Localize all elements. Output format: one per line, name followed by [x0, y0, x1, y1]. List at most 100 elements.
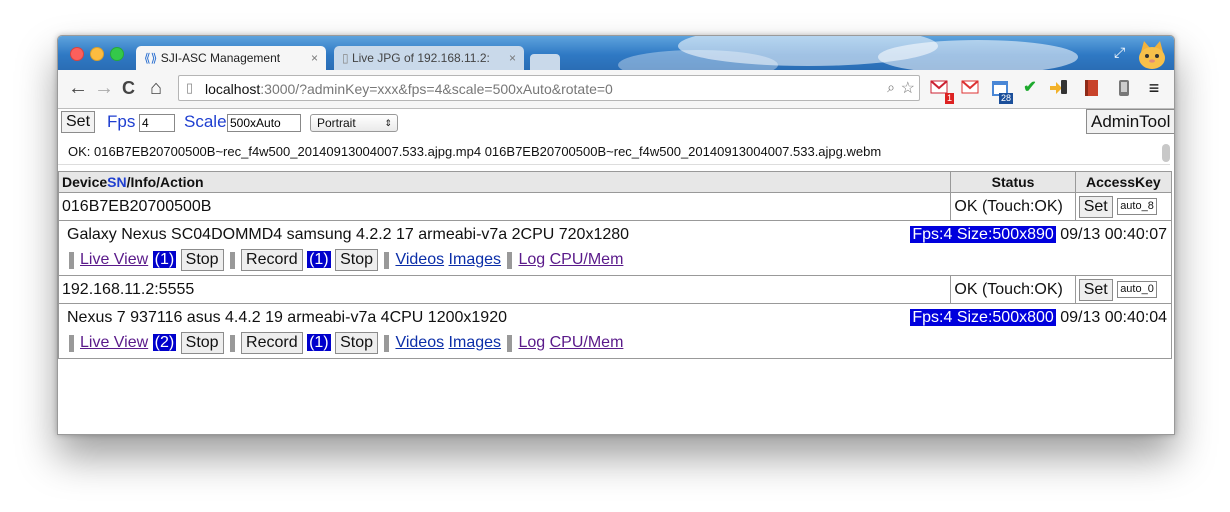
tab-close-icon[interactable]: × [509, 46, 516, 70]
browser-toolbar: ← → C ⌂ ▯ localhost:3000/?adminKey=xxx&f… [58, 70, 1174, 109]
separator [69, 334, 74, 352]
stop-live-view-button[interactable]: Stop [180, 332, 224, 354]
device-detail-row: Galaxy Nexus SC04DOMMD4 samsung 4.2.2 17… [58, 220, 1172, 276]
stop-live-view-button[interactable]: Stop [180, 249, 224, 271]
scale-input[interactable] [227, 114, 301, 132]
device-info: Nexus 7 937116 asus 4.4.2 19 armeabi-v7a… [67, 309, 507, 326]
separator [230, 251, 236, 269]
device-row: 016B7EB20700500B OK (Touch:OK) Set auto_… [58, 192, 1173, 221]
fps-size-badge: Fps:4 Size:500x800 [910, 309, 1056, 326]
gmail-notifier-icon[interactable]: 1 [930, 78, 954, 104]
cpu-mem-link[interactable]: CPU/Mem [550, 251, 624, 268]
device-table: DeviceSN/Info/Action Status AccessKey 01… [58, 171, 1173, 359]
device-info: Galaxy Nexus SC04DOMMD4 samsung 4.2.2 17… [67, 226, 630, 243]
tab-close-icon[interactable]: × [311, 46, 318, 70]
forward-button[interactable]: → [94, 77, 114, 99]
tab-favicon-icon: ⟪⟫ [144, 51, 158, 65]
column-header-device: DeviceSN/Info/Action [58, 171, 952, 193]
set-access-key-button[interactable]: Set [1078, 278, 1113, 301]
device-info-line: Nexus 7 937116 asus 4.4.2 19 armeabi-v7a… [67, 306, 1171, 332]
stop-record-button[interactable]: Stop [335, 332, 378, 354]
minimize-window-button[interactable] [90, 47, 104, 61]
device-fps-time: Fps:4 Size:500x890 09/13 00:40:07 [910, 223, 1167, 247]
cat-avatar-icon[interactable] [1136, 38, 1168, 70]
browser-window: ⟪⟫ SJI-ASC Management × ▯ Live JPG of 19… [57, 35, 1175, 435]
device-serial: 192.168.11.2:5555 [58, 275, 952, 304]
orientation-value: Portrait [317, 116, 356, 130]
calendar-date-badge: 28 [998, 93, 1013, 104]
page-content: Set Fps Scale Portrait ⇕ AdminTool OK: 0… [58, 109, 1174, 434]
videos-link[interactable]: Videos [395, 251, 444, 268]
live-view-link[interactable]: Live View [80, 251, 148, 268]
gmail-icon[interactable] [960, 78, 980, 98]
url-text[interactable]: localhost:3000/?adminKey=xxx&fps=4&scale… [205, 81, 613, 97]
phone-icon[interactable] [1114, 78, 1134, 98]
log-link[interactable]: Log [518, 251, 545, 268]
images-link[interactable]: Images [449, 251, 501, 268]
separator [507, 334, 513, 352]
tab-title: SJI-ASC Management [160, 51, 281, 65]
device-actions: Live View (1) Stop Record (1) Stop Video… [67, 249, 1171, 273]
fps-input[interactable] [139, 114, 175, 132]
separator [69, 251, 74, 269]
header-info-text: /Info/Action [126, 174, 204, 190]
separator [507, 251, 513, 269]
device-status: OK (Touch:OK) [950, 275, 1076, 304]
phone-sync-icon[interactable] [1048, 78, 1068, 98]
images-link[interactable]: Images [449, 334, 501, 351]
record-button[interactable]: Record [241, 249, 303, 271]
zoom-search-icon[interactable]: ⌕ [887, 79, 895, 96]
sky-cloud [878, 40, 1078, 70]
live-view-link[interactable]: Live View [80, 334, 148, 351]
sort-by-sn-link[interactable]: SN [107, 174, 126, 190]
record-button[interactable]: Record [241, 332, 303, 354]
tab-sji-asc-management[interactable]: ⟪⟫ SJI-ASC Management × [136, 46, 326, 70]
device-serial: 016B7EB20700500B [58, 192, 952, 221]
address-bar[interactable]: ▯ localhost:3000/?adminKey=xxx&fps=4&sca… [178, 75, 920, 101]
access-key-cell: Set auto_0 [1074, 275, 1173, 304]
live-view-count: (1) [152, 251, 177, 269]
access-key-input[interactable]: auto_0 [1117, 281, 1157, 298]
book-icon[interactable] [1082, 78, 1102, 98]
access-key-cell: Set auto_8 [1074, 192, 1173, 221]
device-detail-row: Nexus 7 937116 asus 4.4.2 19 armeabi-v7a… [58, 303, 1172, 359]
stop-record-button[interactable]: Stop [335, 249, 378, 271]
status-scrollbar[interactable] [1162, 144, 1170, 162]
fps-size-badge: Fps:4 Size:500x890 [910, 226, 1056, 243]
bookmark-star-icon[interactable]: ☆ [901, 78, 915, 98]
device-actions: Live View (2) Stop Record (1) Stop Video… [67, 332, 1171, 356]
status-message: OK: 016B7EB20700500B~rec_f4w500_20140913… [58, 141, 1170, 165]
url-path: :3000/?adminKey=xxx&fps=4&scale=500xAuto… [260, 81, 613, 97]
column-header-status: Status [950, 171, 1076, 193]
orientation-select[interactable]: Portrait ⇕ [310, 114, 398, 132]
device-row: 192.168.11.2:5555 OK (Touch:OK) Set auto… [58, 275, 1173, 304]
set-button[interactable]: Set [61, 111, 96, 133]
fps-label: Fps [107, 112, 136, 131]
device-timestamp: 09/13 00:40:04 [1060, 309, 1167, 326]
access-key-input[interactable]: auto_8 [1117, 198, 1157, 215]
tab-live-jpg[interactable]: ▯ Live JPG of 192.168.11.2: × [334, 46, 524, 70]
page-icon: ▯ [342, 51, 349, 65]
videos-link[interactable]: Videos [395, 334, 444, 351]
select-arrows-icon: ⇕ [384, 118, 392, 128]
reload-button[interactable]: C [122, 77, 135, 99]
set-access-key-button[interactable]: Set [1078, 195, 1113, 218]
log-link[interactable]: Log [518, 334, 545, 351]
menu-icon[interactable]: ≡ [1144, 78, 1164, 98]
separator [384, 251, 390, 269]
device-status: OK (Touch:OK) [950, 192, 1076, 221]
checkmark-icon[interactable]: ✔ [1020, 78, 1040, 98]
zoom-window-button[interactable] [110, 47, 124, 61]
device-fps-time: Fps:4 Size:500x800 09/13 00:40:04 [910, 306, 1167, 330]
close-window-button[interactable] [70, 47, 84, 61]
device-timestamp: 09/13 00:40:07 [1060, 226, 1167, 243]
record-count: (1) [307, 334, 331, 352]
cpu-mem-link[interactable]: CPU/Mem [550, 334, 624, 351]
admin-tool-button[interactable]: AdminTool [1086, 109, 1174, 134]
new-tab-button[interactable] [530, 54, 560, 70]
home-button[interactable]: ⌂ [150, 77, 162, 99]
separator [384, 334, 390, 352]
back-button[interactable]: ← [68, 77, 88, 99]
calendar-icon[interactable]: 28 [990, 78, 1013, 104]
fullscreen-icon[interactable]: ⤢ [1114, 44, 1125, 61]
